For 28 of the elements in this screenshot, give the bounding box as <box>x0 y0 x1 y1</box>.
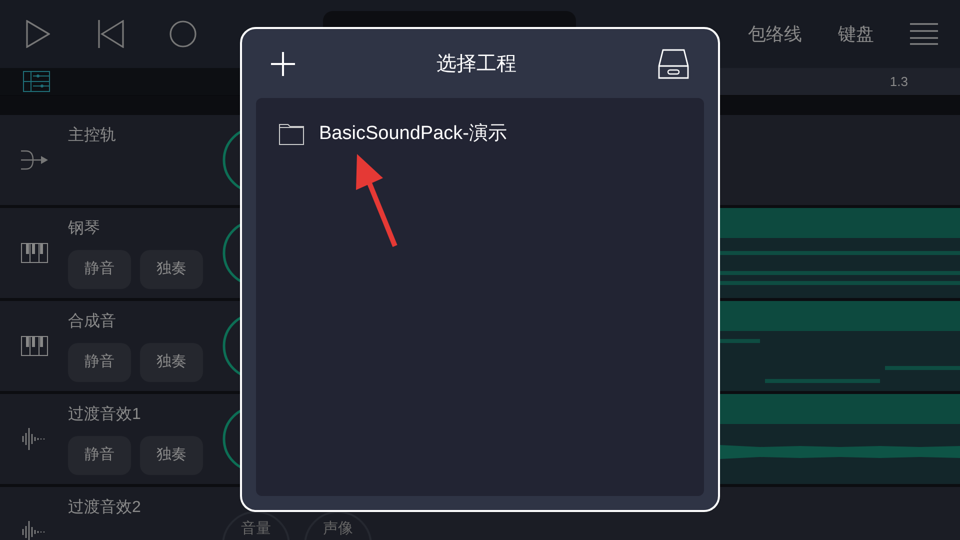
menu-icon[interactable] <box>910 23 938 45</box>
bar-number: 1.3 <box>890 72 908 91</box>
track-name: 过渡音效2 <box>68 498 141 518</box>
track-button[interactable]: 静音 <box>68 250 131 289</box>
skip-back-icon[interactable] <box>98 20 124 48</box>
mixer-icon[interactable] <box>23 71 50 92</box>
dialog-title: 选择工程 <box>436 52 516 76</box>
track-name: 主控轨 <box>68 126 116 146</box>
track-name: 过渡音效1 <box>68 404 141 425</box>
record-icon[interactable] <box>169 20 197 48</box>
toolbar-tab[interactable]: 包络线 <box>748 20 802 48</box>
track-button[interactable]: 静音 <box>68 343 131 382</box>
track-button[interactable]: 独奏 <box>140 250 203 289</box>
waveform-icon <box>22 521 46 540</box>
piano-keys-icon <box>20 336 48 356</box>
add-icon[interactable] <box>271 52 295 76</box>
track-button[interactable]: 独奏 <box>140 343 203 382</box>
track-name: 钢琴 <box>68 219 100 239</box>
drawer-icon[interactable] <box>658 48 689 78</box>
play-icon[interactable] <box>26 20 50 48</box>
output-arrow-icon <box>20 150 48 170</box>
track-button[interactable]: 独奏 <box>140 436 203 475</box>
folder-icon <box>279 123 304 146</box>
piano-keys-icon <box>20 243 48 263</box>
track-button[interactable]: 静音 <box>68 436 131 475</box>
track-name: 合成音 <box>68 312 116 332</box>
toolbar-tab[interactable]: 键盘 <box>838 20 874 48</box>
waveform-icon <box>22 428 46 450</box>
